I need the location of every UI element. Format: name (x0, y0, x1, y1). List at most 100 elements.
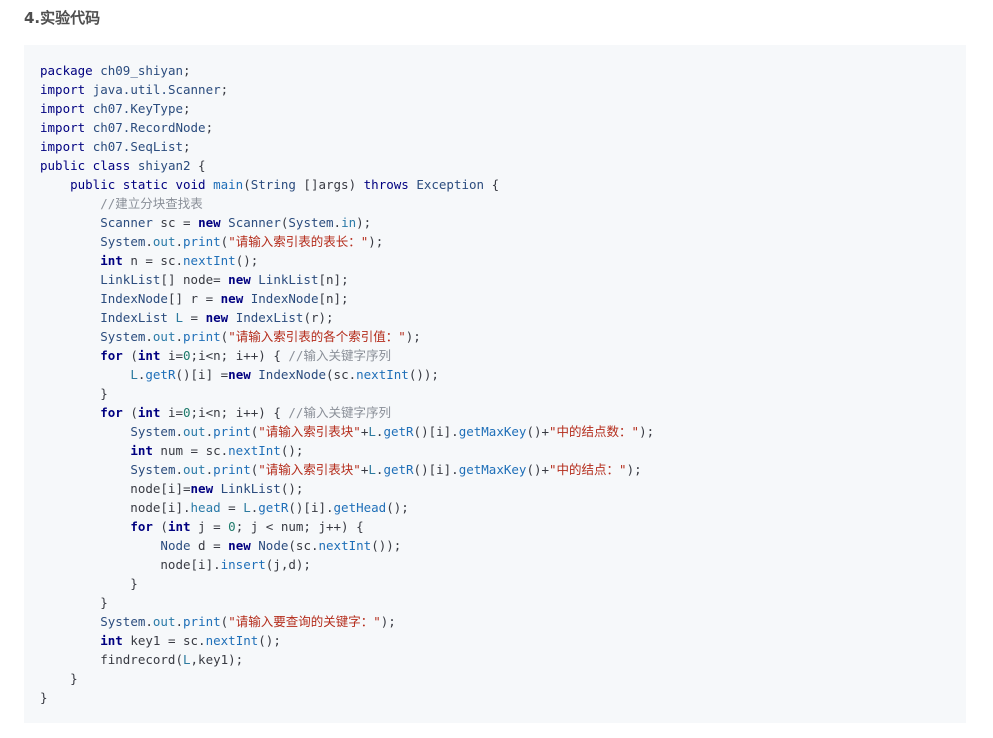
code-token: for (100, 348, 123, 363)
code-token: public class (40, 158, 138, 173)
code-token: int (100, 253, 123, 268)
code-token: ,key1); (190, 652, 244, 667)
code-token: []args) (295, 177, 364, 192)
code-token: nextInt (205, 633, 259, 648)
code-token: out (152, 329, 176, 344)
code-token: getR (145, 367, 176, 382)
code-token: nextInt (183, 253, 236, 268)
code-token: "请输入索引表的表长：" (228, 234, 369, 249)
code-token: package (40, 63, 101, 78)
code-token: nextInt (356, 367, 409, 382)
code-token: LinkList (258, 272, 319, 287)
code-token: } (40, 690, 48, 705)
code-token: = (183, 310, 206, 325)
code-token: Node (258, 538, 289, 553)
java-source-code: package ch09_shiyan; import java.util.Sca… (40, 61, 966, 707)
code-token: (r); (303, 310, 334, 325)
code-token: findrecord( (40, 652, 183, 667)
code-token: new (198, 215, 229, 230)
code-token: ); (639, 424, 655, 439)
code-token: ; (183, 139, 191, 154)
code-token: sc = (152, 215, 199, 230)
code-token: i= (160, 348, 184, 363)
code-token: { (190, 158, 206, 173)
code-token: getMaxKey (458, 424, 527, 439)
code-token: } (40, 576, 138, 591)
code-token: java.util.Scanner (92, 82, 221, 97)
code-token: ch07.SeqList (92, 139, 183, 154)
code-token: (); (235, 253, 259, 268)
code-line: } (40, 669, 966, 688)
code-line: IndexNode[] r = new IndexNode[n]; (40, 289, 966, 308)
code-line: int key1 = sc.nextInt(); (40, 631, 966, 650)
code-token: print (183, 234, 221, 249)
code-token: . (175, 234, 184, 249)
code-token: throws (363, 177, 417, 192)
code-token: IndexList (235, 310, 304, 325)
code-token: d = (190, 538, 229, 553)
code-token: . (175, 424, 183, 439)
code-token: nextInt (318, 538, 372, 553)
code-line: public static void main(String []args) t… (40, 175, 966, 194)
code-token: . (175, 329, 184, 344)
code-token: 0 (183, 348, 191, 363)
code-token: (); (258, 633, 281, 648)
code-line: findrecord(L,key1); (40, 650, 966, 669)
code-token: ()); (371, 538, 402, 553)
code-token: ()[i]. (413, 462, 459, 477)
code-line: int num = sc.nextInt(); (40, 441, 966, 460)
code-line: LinkList[] node= new LinkList[n]; (40, 270, 966, 289)
code-token: = (220, 500, 244, 515)
code-token: ); (368, 234, 384, 249)
code-token: (); (280, 443, 304, 458)
code-token: int (137, 405, 161, 420)
code-token: Exception (416, 177, 485, 192)
code-line: } (40, 384, 966, 403)
code-token: ch07.RecordNode (92, 120, 206, 135)
code-token: ch09_shiyan (100, 63, 184, 78)
code-block: package ch09_shiyan; import java.util.Sca… (24, 45, 966, 723)
code-token: (sc. (288, 538, 319, 553)
code-token: num = sc. (152, 443, 229, 458)
code-token: node[i]= (40, 481, 191, 496)
code-token: "请输入索引表的各个索引值：" (228, 329, 406, 344)
code-token: import (40, 120, 93, 135)
code-token: insert (220, 557, 266, 572)
code-token: . (145, 234, 153, 249)
code-token: System (130, 424, 176, 439)
code-token: IndexNode (250, 291, 319, 306)
code-token: L (130, 367, 138, 382)
code-token: Scanner (228, 215, 281, 230)
code-token: ( (152, 519, 168, 534)
code-token: } (40, 595, 108, 610)
code-token: { (484, 177, 500, 192)
code-line: package ch09_shiyan; (40, 61, 966, 80)
code-token: ;i<n; i++) { (190, 348, 289, 363)
code-token: 0 (183, 405, 191, 420)
code-token: print (183, 614, 221, 629)
code-token: 0 (228, 519, 236, 534)
code-token: } (40, 671, 78, 686)
code-token: IndexNode (100, 291, 168, 306)
code-token: getR (383, 462, 414, 477)
code-token: ); (356, 215, 372, 230)
code-token: L (368, 424, 376, 439)
code-token: [n]; (318, 272, 349, 287)
code-line: //建立分块查找表 (40, 194, 966, 213)
code-token: L (183, 652, 191, 667)
code-line: for (int i=0;i<n; i++) { //输入关键字序列 (40, 403, 966, 422)
code-token: ; j < num; j++) { (235, 519, 364, 534)
code-token: (); (280, 481, 304, 496)
